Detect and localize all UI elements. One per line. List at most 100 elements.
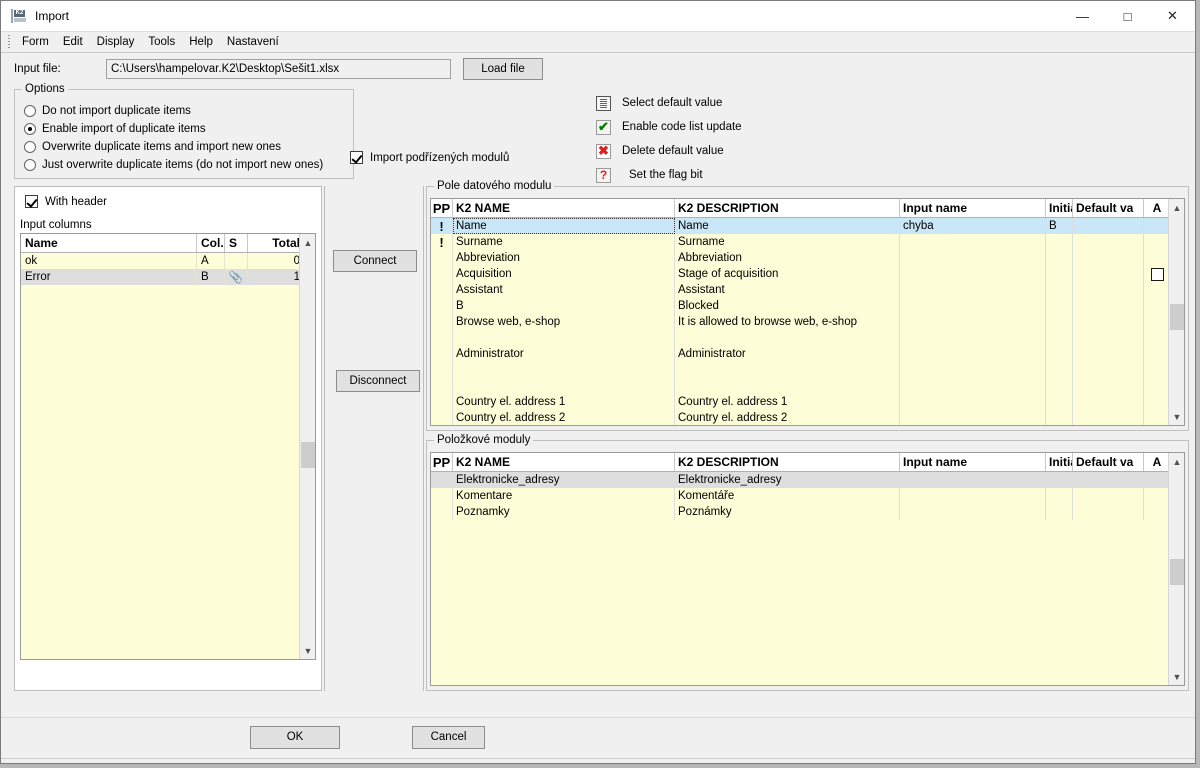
legend-row-select-default-value[interactable]: Select default value <box>596 91 742 115</box>
grid-header-name[interactable]: Name <box>21 234 197 252</box>
scrollbar-thumb[interactable] <box>1170 304 1184 330</box>
input-columns-grid[interactable]: Name Col. S Total ok A 0 Error B 📎 1 ▲ ▼ <box>20 233 316 660</box>
legend-row-enable-code-list-update[interactable]: ✔ Enable code list update <box>596 115 742 139</box>
cancel-button[interactable]: Cancel <box>412 726 485 749</box>
maximize-icon[interactable]: □ <box>1105 1 1150 31</box>
table-row[interactable]: Error B 📎 1 <box>21 269 315 285</box>
menu-item-help[interactable]: Help <box>182 34 220 50</box>
radio-do-not-import-duplicates[interactable]: Do not import duplicate items <box>24 102 353 120</box>
cell-default-value <box>1073 488 1144 504</box>
cell-k2-name <box>453 362 675 378</box>
table-row[interactable]: Abbreviation Abbreviation <box>431 250 1184 266</box>
column-header-k2-description[interactable]: K2 DESCRIPTION <box>675 453 900 471</box>
table-row[interactable]: B Blocked <box>431 298 1184 314</box>
table-row[interactable]: Assistant Assistant <box>431 282 1184 298</box>
disconnect-button[interactable]: Disconnect <box>336 370 420 392</box>
cell-k2-description: It is allowed to browse web, e-shop <box>675 314 900 330</box>
scroll-down-icon[interactable]: ▼ <box>1169 668 1184 685</box>
item-modules-scrollbar[interactable]: ▲ ▼ <box>1168 453 1184 685</box>
grid-header-row: Name Col. S Total <box>21 234 315 253</box>
table-row[interactable]: Country el. address 1 Country el. address… <box>431 394 1184 410</box>
table-row[interactable] <box>431 378 1184 394</box>
column-header-initial[interactable]: Initia <box>1046 453 1073 471</box>
data-module-scrollbar[interactable]: ▲ ▼ <box>1168 199 1184 425</box>
input-file-field[interactable]: C:\Users\hampelovar.K2\Desktop\Sešit1.xl… <box>106 59 451 79</box>
table-row[interactable] <box>431 330 1184 346</box>
column-header-k2-name[interactable]: K2 NAME <box>453 453 675 471</box>
menu-item-edit[interactable]: Edit <box>56 34 90 50</box>
column-header-initial[interactable]: Initia <box>1046 199 1073 217</box>
close-icon[interactable]: ✕ <box>1150 1 1195 31</box>
grid-header-total[interactable]: Total <box>248 234 305 252</box>
item-modules-table[interactable]: PP K2 NAME K2 DESCRIPTION Input name Ini… <box>430 452 1185 686</box>
connect-panel: Connect Disconnect <box>324 186 424 691</box>
cell-default-value <box>1073 394 1144 410</box>
load-file-button[interactable]: Load file <box>463 58 543 80</box>
column-header-pp[interactable]: PP <box>431 199 453 217</box>
menu-item-tools[interactable]: Tools <box>141 34 182 50</box>
legend-row-set-the-flag-bit[interactable]: ? Set the flag bit <box>596 163 742 187</box>
column-header-k2-description[interactable]: K2 DESCRIPTION <box>675 199 900 217</box>
menu-item-display[interactable]: Display <box>90 34 142 50</box>
legend-row-delete-default-value[interactable]: ✖ Delete default value <box>596 139 742 163</box>
column-header-a[interactable]: A <box>1144 453 1171 471</box>
table-row[interactable]: Acquisition Stage of acquisition <box>431 266 1184 282</box>
cell-a <box>1144 410 1171 425</box>
menu-item-form[interactable]: Form <box>15 34 56 50</box>
menu-bar: Form Edit Display Tools Help Nastavení <box>1 31 1195 53</box>
radio-just-overwrite-duplicates[interactable]: Just overwrite duplicate items (do not i… <box>24 156 353 174</box>
scrollbar-thumb[interactable] <box>1170 559 1184 585</box>
cell-default-value <box>1073 346 1144 362</box>
table-row[interactable]: Komentare Komentáře <box>431 488 1184 504</box>
scroll-up-icon[interactable]: ▲ <box>1169 199 1184 216</box>
table-row[interactable]: ! Surname Surname <box>431 234 1184 250</box>
data-module-fields-table[interactable]: PP K2 NAME K2 DESCRIPTION Input name Ini… <box>430 198 1185 426</box>
radio-label: Do not import duplicate items <box>42 105 191 117</box>
cell-default-value <box>1073 410 1144 425</box>
connect-button[interactable]: Connect <box>333 250 417 272</box>
cell-k2-description <box>675 378 900 394</box>
radio-enable-import-duplicates[interactable]: Enable import of duplicate items <box>24 120 353 138</box>
table-row[interactable] <box>431 362 1184 378</box>
column-header-a[interactable]: A <box>1144 199 1171 217</box>
ok-button[interactable]: OK <box>250 726 340 749</box>
table-row[interactable]: Country el. address 2 Country el. address… <box>431 410 1184 425</box>
table-row[interactable]: Administrator Administrator <box>431 346 1184 362</box>
column-header-default-value[interactable]: Default va <box>1073 199 1144 217</box>
scroll-up-icon[interactable]: ▲ <box>1169 453 1184 470</box>
table-row[interactable]: Browse web, e-shop It is allowed to brows… <box>431 314 1184 330</box>
menu-grip-icon[interactable] <box>5 34 13 50</box>
column-header-pp[interactable]: PP <box>431 453 453 471</box>
grid-header-s[interactable]: S <box>225 234 248 252</box>
column-header-k2-name[interactable]: K2 NAME <box>453 199 675 217</box>
minimize-icon[interactable]: — <box>1060 1 1105 31</box>
column-header-input-name[interactable]: Input name <box>900 453 1046 471</box>
grid-header-col[interactable]: Col. <box>197 234 225 252</box>
radio-overwrite-and-import-new[interactable]: Overwrite duplicate items and import new… <box>24 138 353 156</box>
scroll-up-icon[interactable]: ▲ <box>300 234 315 251</box>
row-checkbox[interactable] <box>1150 267 1164 281</box>
column-header-input-name[interactable]: Input name <box>900 199 1046 217</box>
table-row[interactable]: ! Name Name chyba B <box>431 218 1184 234</box>
scroll-down-icon[interactable]: ▼ <box>1169 408 1184 425</box>
cell-k2-description: Surname <box>675 234 900 250</box>
table-header-row: PP K2 NAME K2 DESCRIPTION Input name Ini… <box>431 199 1184 218</box>
table-header-row: PP K2 NAME K2 DESCRIPTION Input name Ini… <box>431 453 1184 472</box>
cell-a <box>1144 314 1171 330</box>
menu-item-nastaveni[interactable]: Nastavení <box>220 34 286 50</box>
scroll-down-icon[interactable]: ▼ <box>300 642 315 659</box>
scrollbar-thumb[interactable] <box>301 442 315 468</box>
column-header-default-value[interactable]: Default va <box>1073 453 1144 471</box>
window-title: Import <box>35 9 70 23</box>
checkbox-indicator <box>25 195 38 208</box>
import-subordinate-modules-checkbox[interactable]: Import podřízených modulů <box>350 151 509 164</box>
table-row[interactable]: Elektronicke_adresy Elektronicke_adresy <box>431 472 1184 488</box>
table-row[interactable]: Poznamky Poznámky <box>431 504 1184 520</box>
with-header-checkbox[interactable]: With header <box>25 195 107 208</box>
cell-k2-description: Name <box>675 218 900 234</box>
cell-input-name <box>900 394 1046 410</box>
input-grid-scrollbar[interactable]: ▲ ▼ <box>299 234 315 659</box>
cell-initial <box>1046 378 1073 394</box>
table-row[interactable]: ok A 0 <box>21 253 315 269</box>
cell-pp <box>431 298 453 314</box>
